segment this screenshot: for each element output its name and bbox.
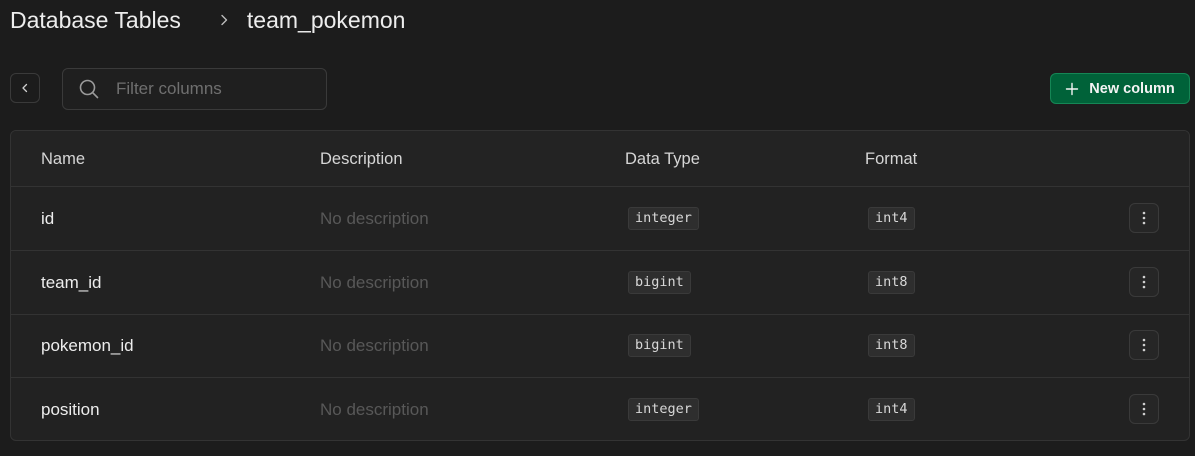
chevron-right-icon	[215, 11, 233, 29]
column-format: int8	[868, 251, 915, 314]
table-header: Name Description Data Type Format	[11, 131, 1189, 187]
row-actions-button[interactable]	[1129, 203, 1159, 233]
page-title: team_pokemon	[246, 6, 406, 33]
column-description: No description	[320, 399, 429, 419]
back-button[interactable]	[10, 73, 40, 103]
columns-table: Name Description Data Type Format id No …	[10, 130, 1190, 441]
header-data-type: Data Type	[625, 150, 700, 168]
filter-columns-field[interactable]	[62, 68, 327, 110]
column-data-type: bigint	[628, 314, 691, 377]
row-actions-button[interactable]	[1129, 394, 1159, 424]
column-name: id	[41, 208, 55, 228]
data-type-badge: integer	[628, 398, 699, 421]
data-type-badge: bigint	[628, 334, 691, 357]
column-format: int8	[868, 314, 915, 377]
chevron-left-icon	[19, 82, 31, 94]
table-row: team_id No description bigint int8	[11, 251, 1189, 315]
breadcrumb: Database Tables team_pokemon	[10, 4, 405, 36]
column-name: pokemon_id	[41, 335, 134, 355]
more-vertical-icon	[1142, 211, 1146, 225]
plus-icon	[1065, 82, 1079, 96]
column-description: No description	[320, 272, 429, 292]
column-name: team_id	[41, 272, 102, 292]
column-data-type: integer	[628, 187, 699, 250]
header-description: Description	[320, 150, 403, 168]
column-description: No description	[320, 335, 429, 355]
table-row: position No description integer int4	[11, 378, 1189, 440]
format-badge: int8	[868, 271, 915, 294]
row-actions-button[interactable]	[1129, 267, 1159, 297]
new-column-label: New column	[1089, 80, 1175, 97]
more-vertical-icon	[1142, 275, 1146, 289]
column-data-type: bigint	[628, 251, 691, 314]
column-format: int4	[868, 378, 915, 440]
more-vertical-icon	[1142, 402, 1146, 416]
format-badge: int8	[868, 334, 915, 357]
column-format: int4	[868, 187, 915, 250]
format-badge: int4	[868, 398, 915, 421]
search-icon	[78, 78, 100, 100]
breadcrumb-database-tables[interactable]: Database Tables	[10, 7, 181, 34]
column-data-type: integer	[628, 378, 699, 440]
column-name: position	[41, 399, 100, 419]
header-format: Format	[865, 150, 918, 168]
header-name: Name	[41, 150, 86, 168]
column-description: No description	[320, 208, 429, 228]
data-type-badge: bigint	[628, 271, 691, 294]
filter-columns-input[interactable]	[114, 78, 318, 100]
data-type-badge: integer	[628, 207, 699, 230]
page: Database Tables team_pokemon New column …	[0, 0, 1195, 456]
more-vertical-icon	[1142, 338, 1146, 352]
row-actions-button[interactable]	[1129, 330, 1159, 360]
table-row: id No description integer int4	[11, 187, 1189, 251]
format-badge: int4	[868, 207, 915, 230]
table-row: pokemon_id No description bigint int8	[11, 314, 1189, 378]
new-column-button[interactable]: New column	[1050, 73, 1190, 104]
